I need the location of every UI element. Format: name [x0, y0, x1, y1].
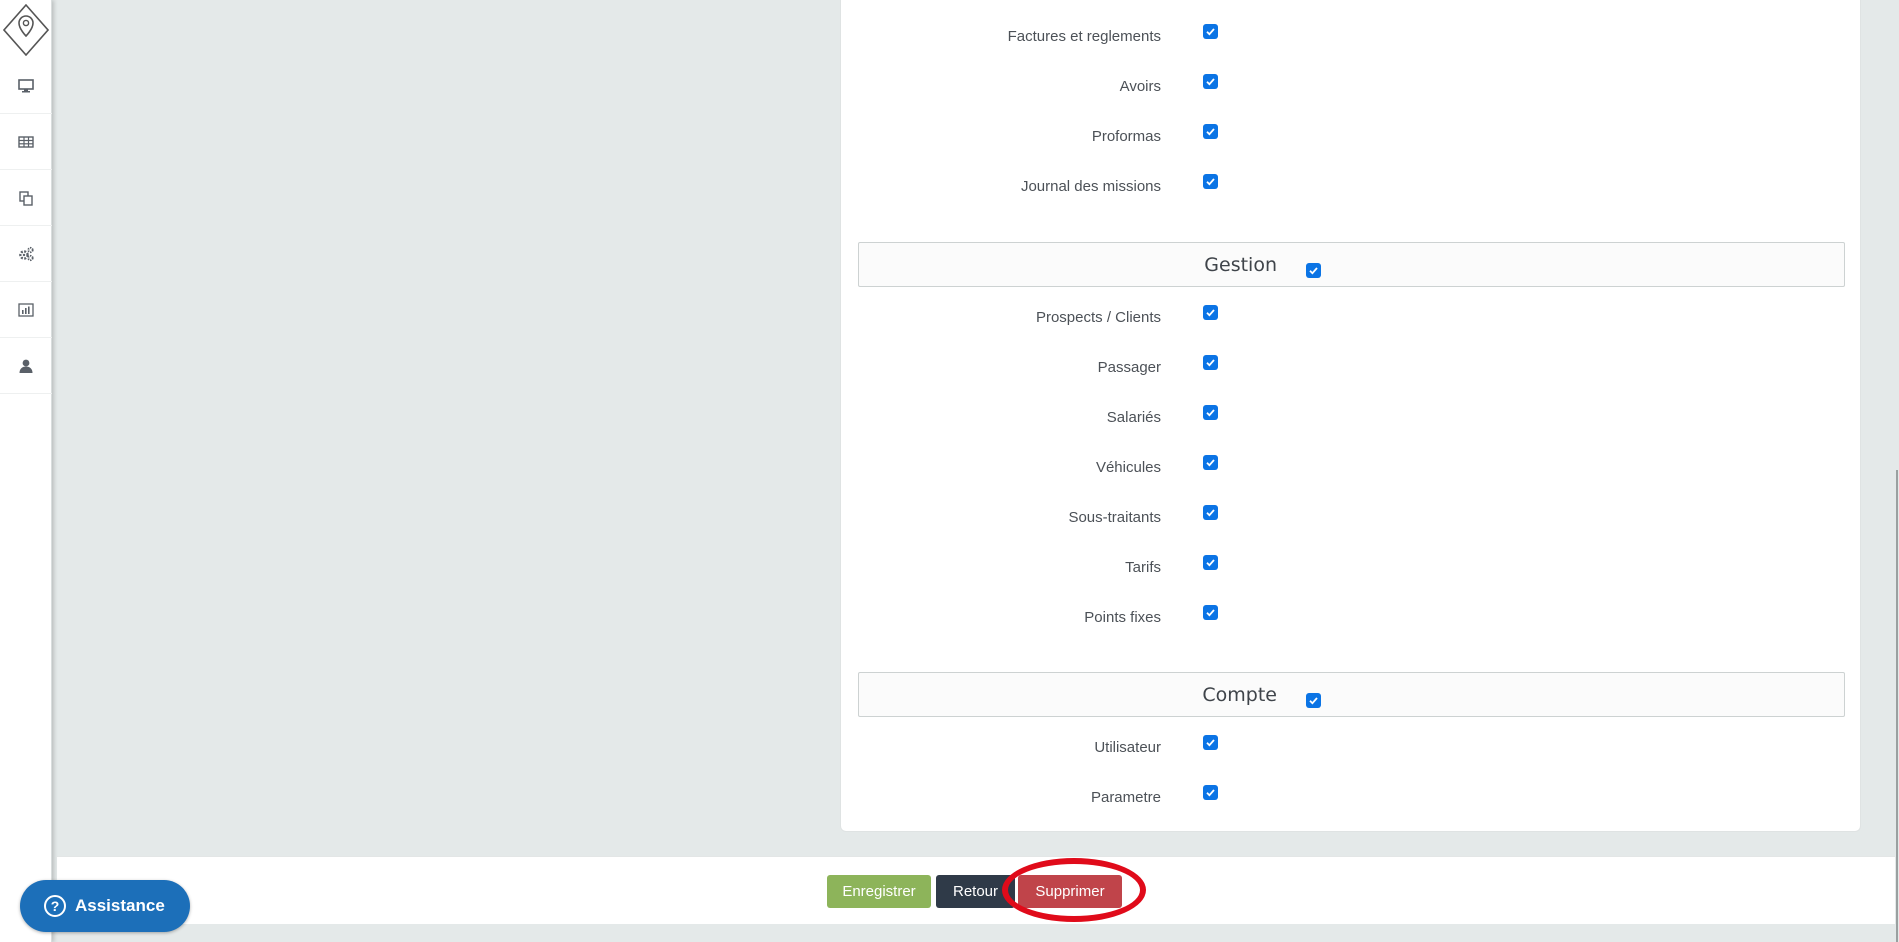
section-header-gestion: Gestion — [858, 242, 1845, 287]
permission-label: Sous-traitants — [1068, 509, 1161, 526]
back-button[interactable]: Retour — [936, 875, 1015, 908]
permission-label: Tarifs — [1125, 559, 1161, 576]
sidebar-item-settings[interactable] — [0, 226, 52, 282]
permission-row-parametre: Parametre — [841, 785, 1860, 809]
action-bar: Enregistrer Retour Supprimer — [57, 856, 1895, 924]
permission-checkbox[interactable] — [1203, 555, 1218, 570]
permission-checkbox[interactable] — [1203, 24, 1218, 39]
check-icon — [1206, 359, 1215, 367]
check-icon — [1206, 78, 1215, 86]
section-checkbox[interactable] — [1306, 263, 1321, 278]
check-icon — [1206, 128, 1215, 136]
permission-label: Utilisateur — [1094, 739, 1161, 756]
check-icon — [1206, 789, 1215, 797]
gears-icon — [19, 246, 34, 261]
permission-row-proformas: Proformas — [841, 124, 1860, 148]
permission-checkbox[interactable] — [1203, 455, 1218, 470]
permission-checkbox[interactable] — [1203, 405, 1218, 420]
permission-label: Salariés — [1106, 409, 1161, 426]
permission-row-passager: Passager — [841, 355, 1860, 379]
sidebar-item-account[interactable] — [0, 338, 52, 394]
permission-checkbox[interactable] — [1203, 505, 1218, 520]
assistance-button[interactable]: ? Assistance — [20, 880, 190, 932]
permission-checkbox[interactable] — [1203, 785, 1218, 800]
permission-checkbox[interactable] — [1203, 605, 1218, 620]
copy-icon — [19, 190, 33, 206]
permission-row-salaries: Salariés — [841, 405, 1860, 429]
sidebar-item-statistics[interactable] — [0, 282, 52, 338]
sidebar-item-documents[interactable] — [0, 170, 52, 226]
check-icon — [1309, 267, 1318, 275]
permission-row-points-fixes: Points fixes — [841, 605, 1860, 629]
save-button[interactable]: Enregistrer — [827, 875, 931, 908]
permission-label: Journal des missions — [1020, 178, 1161, 195]
permission-checkbox[interactable] — [1203, 355, 1218, 370]
bar-chart-icon — [18, 302, 34, 317]
permissions-panel: Factures et reglements Avoirs Proformas … — [840, 0, 1861, 832]
assistance-label: Assistance — [75, 896, 165, 915]
permission-row-sous-traitants: Sous-traitants — [841, 505, 1860, 529]
check-icon — [1206, 739, 1215, 747]
permission-label: Prospects / Clients — [1035, 309, 1161, 326]
check-icon — [1206, 178, 1215, 186]
permission-checkbox[interactable] — [1203, 74, 1218, 89]
permission-row-tarifs: Tarifs — [841, 555, 1860, 579]
permission-checkbox[interactable] — [1203, 124, 1218, 139]
permission-row-prospects: Prospects / Clients — [841, 305, 1860, 329]
permission-checkbox[interactable] — [1203, 174, 1218, 189]
scrollbar[interactable] — [1896, 470, 1898, 942]
check-icon — [1206, 459, 1215, 467]
permission-label: Véhicules — [1095, 459, 1161, 476]
section-checkbox[interactable] — [1306, 693, 1321, 708]
table-icon — [18, 135, 34, 148]
monitor-icon — [18, 78, 34, 92]
permission-label: Factures et reglements — [1007, 28, 1161, 45]
sidebar-item-table[interactable] — [0, 114, 52, 170]
permission-checkbox[interactable] — [1203, 735, 1218, 750]
permission-label: Avoirs — [1119, 78, 1161, 95]
check-icon — [1206, 609, 1215, 617]
delete-button[interactable]: Supprimer — [1018, 875, 1122, 908]
permission-label: Proformas — [1091, 128, 1161, 145]
check-icon — [1309, 697, 1318, 705]
permission-label: Parametre — [1090, 789, 1161, 806]
section-title: Gestion — [1204, 254, 1277, 276]
permission-row-factures: Factures et reglements — [841, 24, 1860, 48]
check-icon — [1206, 559, 1215, 567]
check-icon — [1206, 28, 1215, 36]
permission-row-journal: Journal des missions — [841, 174, 1860, 198]
section-title: Compte — [1202, 684, 1277, 706]
question-icon: ? — [44, 895, 66, 917]
permission-row-utilisateur: Utilisateur — [841, 735, 1860, 759]
permission-row-vehicules: Véhicules — [841, 455, 1860, 479]
sidebar — [0, 0, 52, 942]
user-icon — [19, 359, 33, 373]
check-icon — [1206, 309, 1215, 317]
permission-label: Points fixes — [1084, 609, 1161, 626]
permission-row-avoirs: Avoirs — [841, 74, 1860, 98]
check-icon — [1206, 409, 1215, 417]
permission-label: Passager — [1097, 359, 1161, 376]
section-header-compte: Compte — [858, 672, 1845, 717]
permission-checkbox[interactable] — [1203, 305, 1218, 320]
location-pin-logo-icon[interactable] — [2, 3, 50, 57]
check-icon — [1206, 509, 1215, 517]
sidebar-item-dashboard[interactable] — [0, 58, 52, 114]
